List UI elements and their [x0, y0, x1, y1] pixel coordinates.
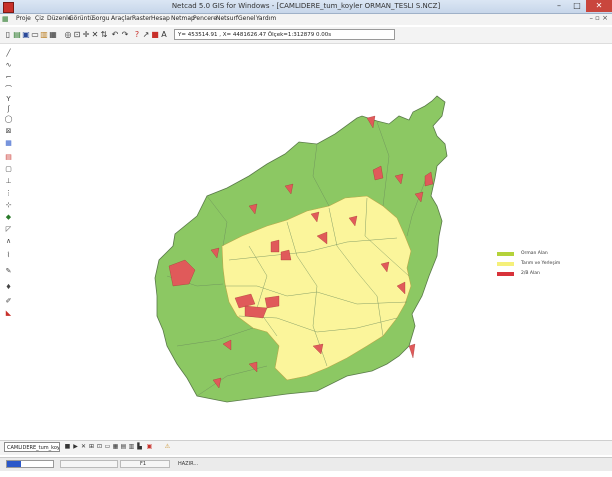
point-icon[interactable]: ⊥	[4, 178, 13, 185]
status-field: F1	[140, 461, 147, 467]
circle-icon[interactable]: ◯	[4, 116, 13, 123]
coordinate-readout: Y= 453514.91 , X= 4481626.47 Ölçek=1:312…	[174, 29, 395, 40]
menu-item-goruntu[interactable]: Görüntü	[69, 15, 94, 22]
status-message: HAZIR...	[178, 461, 199, 467]
legend-label-2b: 2/B Alan	[521, 271, 540, 276]
window-controls: – □ ✕	[550, 0, 612, 13]
maximize-icon[interactable]: □	[568, 0, 586, 12]
color-icon[interactable]: ▣	[146, 443, 153, 451]
pencil-icon[interactable]: ✎	[4, 268, 13, 275]
title-bar: Netcad 5.0 GIS for Windows - [CAMLIDERE_…	[0, 0, 612, 14]
grid2-icon[interactable]: ▥	[128, 443, 135, 451]
map-canvas[interactable]: Orman Alan Tarım ve Yerleşim 2/B Alan	[17, 46, 612, 436]
edit-line-icon[interactable]: ↗	[142, 30, 150, 39]
folder-icon[interactable]: ▭	[31, 30, 39, 39]
spline-icon[interactable]: ʃ	[4, 106, 13, 113]
help-icon[interactable]: ?	[133, 30, 141, 39]
rect-icon[interactable]: ▭	[104, 443, 111, 451]
status-segment	[60, 460, 118, 468]
window-title: Netcad 5.0 GIS for Windows - [CAMLIDERE_…	[171, 2, 441, 10]
app-menu-icon[interactable]: ▦	[2, 15, 9, 23]
table-icon[interactable]: ▦	[49, 30, 57, 39]
menu-item-netmap[interactable]: Netmap	[171, 15, 195, 22]
measure-icon[interactable]: ⊹	[4, 202, 13, 209]
text-icon[interactable]: Y	[4, 96, 13, 103]
pan-icon[interactable]: ✛	[82, 30, 90, 39]
menu-item-duzenle[interactable]: Düzenle	[47, 15, 71, 22]
district-map	[154, 95, 448, 403]
menu-item-pencere[interactable]: Pencere	[193, 15, 217, 22]
polyline-icon[interactable]: ⌐	[4, 74, 13, 81]
zoom-icon[interactable]: ◎	[64, 30, 72, 39]
crosshair-icon[interactable]: ✕	[91, 30, 99, 39]
minimize-icon[interactable]: –	[550, 0, 568, 12]
legend-label-forest: Orman Alan	[521, 251, 548, 256]
node-icon[interactable]: ⋮	[4, 190, 13, 197]
menu-item-ciz[interactable]: Çiz	[35, 15, 44, 22]
angle-icon[interactable]: ∧	[4, 238, 13, 245]
arc-icon[interactable]: ⌒	[4, 86, 13, 93]
menu-item-genel[interactable]: Genel	[238, 15, 256, 22]
stop-icon[interactable]: ■	[64, 443, 71, 451]
menu-item-sorgu[interactable]: Sorgu	[92, 15, 109, 22]
save-icon[interactable]: ▣	[22, 30, 30, 39]
marker-icon[interactable]: ♦	[4, 284, 13, 291]
new-file-icon[interactable]: ▯	[4, 30, 12, 39]
active-layer-select[interactable]: CAMLIDERE_tum_koyler	[4, 442, 60, 452]
grid-icon[interactable]: ⊞	[88, 443, 95, 451]
undo-icon[interactable]: ↶	[111, 30, 119, 39]
legend-label-agri: Tarım ve Yerleşim	[521, 261, 561, 266]
close-icon[interactable]: ✕	[586, 0, 612, 12]
open-folder-icon[interactable]: ▤	[13, 30, 21, 39]
menu-item-yardim[interactable]: Yardım	[256, 15, 276, 22]
snap-icon[interactable]: ⇅	[100, 30, 108, 39]
triangle-icon[interactable]: ◸	[4, 226, 13, 233]
menu-item-netsurf[interactable]: Netsurf	[216, 15, 238, 22]
print-icon[interactable]: A	[160, 30, 168, 39]
select-icon[interactable]: ⊡	[96, 443, 103, 451]
map-legend: Orman Alan Tarım ve Yerleşim 2/B Alan	[497, 251, 577, 282]
layer-point-icon[interactable]: ◆	[4, 214, 13, 221]
rect-icon[interactable]: ⊠	[4, 128, 13, 135]
curve-icon[interactable]: ∿	[4, 62, 13, 69]
fill-icon[interactable]: ▤	[4, 154, 13, 161]
block-icon[interactable]: ▢	[4, 166, 13, 173]
warning-icon[interactable]: ⚠	[164, 443, 171, 451]
mdi-controls[interactable]: – ▫ ×	[589, 14, 608, 22]
menu-item-proje[interactable]: Proje	[16, 15, 31, 22]
drawing-toolbar: ╱ ∿ ⌐ ⌒ Y ʃ ◯ ⊠ ▦ ▤ ▢ ⊥ ⋮ ⊹ ◆ ◸ ∧ ⌇ ✎ ♦ …	[2, 48, 16, 328]
flag-icon[interactable]: ◣	[4, 310, 13, 317]
play-icon[interactable]: ▶	[72, 443, 79, 451]
chart-icon[interactable]: ▙	[136, 443, 143, 451]
layer-icon[interactable]: ▦	[112, 443, 119, 451]
select-icon[interactable]: ▦	[4, 140, 13, 147]
menu-item-araclar[interactable]: Araçlar	[111, 15, 132, 22]
redo-icon[interactable]: ↷	[121, 30, 129, 39]
layers-icon[interactable]: ▥	[40, 30, 48, 39]
legend-swatch-agri	[497, 262, 514, 266]
legend-swatch-2b	[497, 272, 514, 276]
menu-item-raster[interactable]: Raster	[132, 15, 151, 22]
delete-icon[interactable]: ✕	[80, 443, 87, 451]
zoom-window-icon[interactable]: ⊡	[73, 30, 81, 39]
paint-icon[interactable]: ✐	[4, 298, 13, 305]
table-icon[interactable]: ▤	[120, 443, 127, 451]
menu-item-hesap[interactable]: Hesap	[151, 15, 170, 22]
line-icon[interactable]: ╱	[4, 50, 13, 57]
brush-icon[interactable]: ⌇	[4, 252, 13, 259]
legend-swatch-forest	[497, 252, 514, 256]
progress-fill	[7, 461, 21, 467]
color-icon[interactable]: ■	[151, 30, 159, 39]
progress-bar	[6, 460, 54, 468]
menu-bar: ▦ Proje Çiz Düzenle Görüntü Sorgu Araçla…	[0, 14, 612, 25]
